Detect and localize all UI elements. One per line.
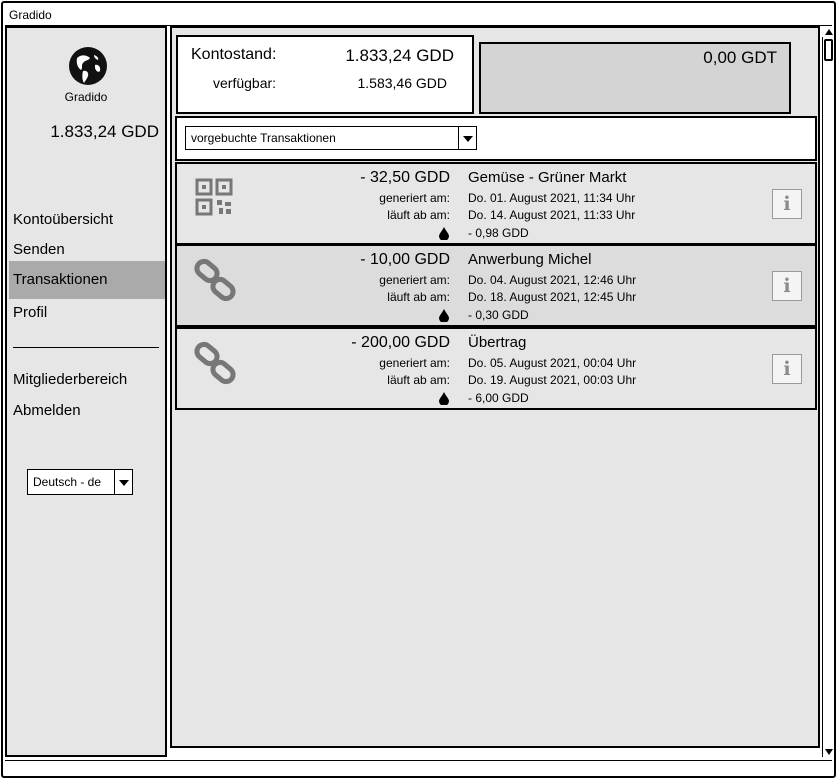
expires-date: Do. 18. August 2021, 12:45 Uhr	[468, 290, 637, 304]
status-bar-divider	[5, 760, 832, 761]
scrollbar-thumb[interactable]	[824, 39, 833, 61]
vertical-scrollbar[interactable]	[822, 29, 835, 757]
link-icon	[194, 341, 236, 385]
drop-icon	[439, 309, 449, 322]
language-select[interactable]: Deutsch - de	[27, 469, 133, 495]
balance-card: Kontostand: 1.833,24 GDD verfügbar: 1.58…	[176, 35, 474, 114]
info-icon[interactable]: i	[772, 189, 802, 219]
language-select-value: Deutsch - de	[33, 475, 102, 489]
sidebar-divider	[13, 347, 159, 348]
transaction-filter-value: vorgebuchte Transaktionen	[191, 131, 336, 145]
sidebar-item-profil[interactable]: Profil	[9, 294, 165, 332]
gdt-balance-value: 0,00 GDT	[703, 48, 777, 67]
transaction-fee: - 6,00 GDD	[468, 391, 529, 405]
chevron-down-icon[interactable]	[114, 470, 132, 494]
link-icon	[194, 258, 236, 302]
info-icon[interactable]: i	[772, 354, 802, 384]
available-value: 1.583,46 GDD	[357, 75, 448, 91]
info-icon[interactable]: i	[772, 271, 802, 301]
generated-date: Do. 01. August 2021, 11:34 Uhr	[468, 191, 636, 205]
sidebar-item-abmelden[interactable]: Abmelden	[9, 392, 165, 430]
logo-label: Gradido	[64, 90, 108, 104]
generated-date: Do. 05. August 2021, 00:04 Uhr	[468, 356, 637, 370]
transaction-title: Gemüse - Grüner Markt	[468, 169, 627, 186]
sidebar: Gradido 1.833,24 GDD Kontoübersicht Send…	[5, 26, 167, 757]
expires-date: Do. 19. August 2021, 00:03 Uhr	[468, 373, 637, 387]
balance-label: Kontostand:	[191, 46, 277, 63]
globe-icon	[69, 47, 107, 85]
transaction-title: Übertrag	[468, 334, 527, 351]
transaction-row[interactable]: - 200,00 GDD generiert am: läuft ab am: …	[175, 327, 817, 410]
scroll-up-icon[interactable]	[825, 29, 833, 35]
gdt-balance-card: 0,00 GDT	[479, 42, 791, 114]
transaction-row[interactable]: - 32,50 GDD generiert am: läuft ab am: G…	[175, 162, 817, 245]
drop-icon	[439, 392, 449, 405]
transaction-amount: - 200,00 GDD	[351, 334, 450, 351]
transaction-amount: - 32,50 GDD	[360, 169, 450, 186]
drop-icon	[439, 227, 449, 240]
expires-label: läuft ab am:	[387, 373, 450, 387]
qr-code-icon	[195, 178, 233, 216]
chevron-down-icon[interactable]	[458, 127, 476, 149]
filter-bar: vorgebuchte Transaktionen	[175, 116, 817, 161]
available-label: verfügbar:	[213, 75, 277, 91]
transaction-title: Anwerbung Michel	[468, 251, 592, 268]
expires-date: Do. 14. August 2021, 11:33 Uhr	[468, 208, 636, 222]
sidebar-balance: 1.833,24 GDD	[50, 122, 159, 141]
balance-value: 1.833,24 GDD	[345, 46, 454, 65]
expires-label: läuft ab am:	[387, 208, 450, 222]
transaction-row[interactable]: - 10,00 GDD generiert am: läuft ab am: A…	[175, 244, 817, 327]
generated-label: generiert am:	[379, 273, 450, 287]
scroll-down-icon[interactable]	[825, 749, 833, 755]
generated-label: generiert am:	[379, 356, 450, 370]
transaction-filter-select[interactable]: vorgebuchte Transaktionen	[185, 126, 477, 150]
generated-label: generiert am:	[379, 191, 450, 205]
transaction-amount: - 10,00 GDD	[360, 251, 450, 268]
expires-label: läuft ab am:	[387, 290, 450, 304]
window-title: Gradido	[9, 8, 52, 22]
transaction-fee: - 0,98 GDD	[468, 226, 529, 240]
generated-date: Do. 04. August 2021, 12:46 Uhr	[468, 273, 637, 287]
transaction-fee: - 0,30 GDD	[468, 308, 529, 322]
